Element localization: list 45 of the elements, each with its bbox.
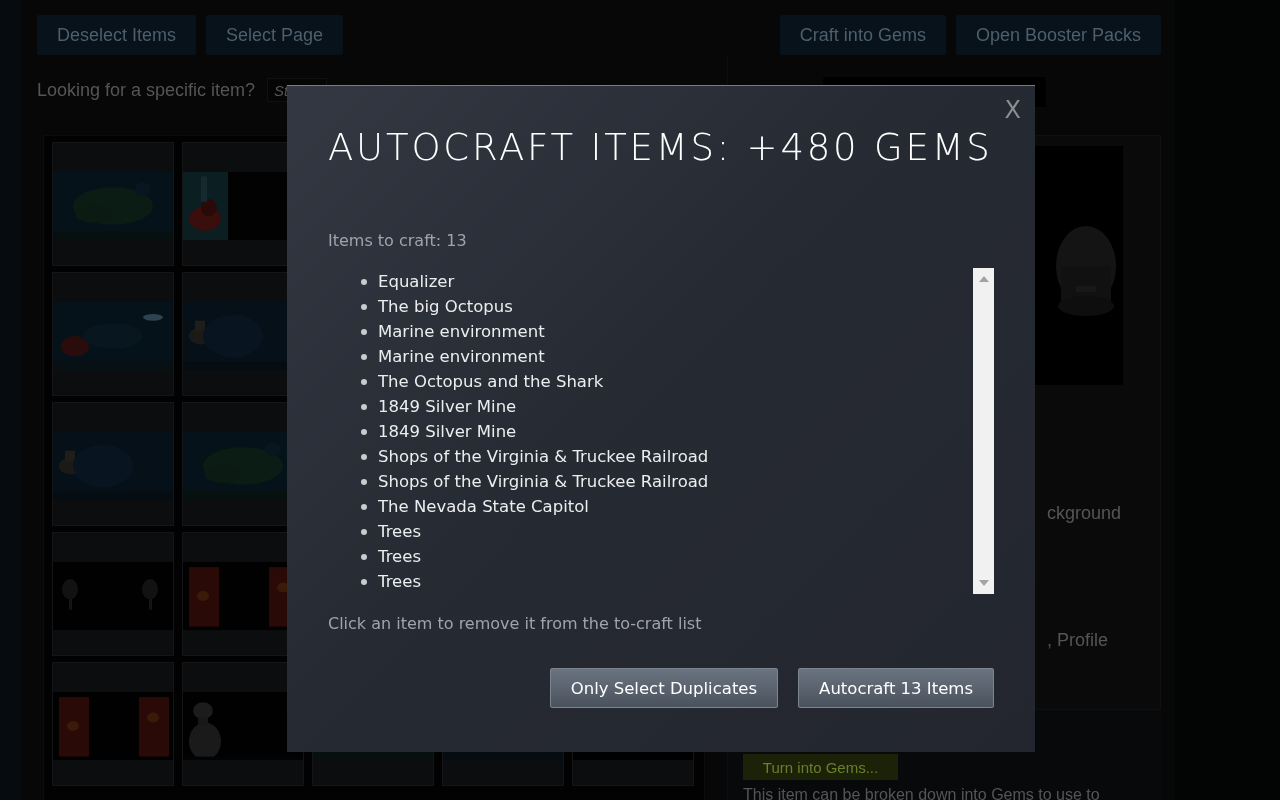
craft-list-item[interactable]: 1849 Silver Mine bbox=[361, 419, 709, 444]
bullet-icon bbox=[361, 553, 367, 560]
items-count: Items to craft: 13 bbox=[328, 231, 468, 250]
item-tile[interactable] bbox=[52, 402, 174, 526]
description-text: This item can be broken down into Gems to use to bbox=[743, 786, 1101, 800]
dialog-button[interactable]: Autocraft 13 Items bbox=[798, 668, 994, 708]
bullet-icon bbox=[361, 303, 367, 310]
item-tile[interactable] bbox=[52, 142, 174, 266]
bullet-icon bbox=[361, 478, 367, 485]
item-tile[interactable] bbox=[182, 662, 304, 786]
close-button[interactable]: X bbox=[1002, 96, 1023, 124]
item-tile[interactable] bbox=[52, 662, 174, 786]
turn-into-gems-button[interactable]: Turn into Gems... bbox=[743, 754, 898, 780]
dialog-button[interactable]: Only Select Duplicates bbox=[549, 668, 779, 708]
bullet-icon bbox=[361, 453, 367, 460]
craft-list-item[interactable]: Trees bbox=[361, 519, 709, 544]
craft-list-item[interactable]: The big Octopus bbox=[361, 294, 709, 319]
scrollbar[interactable] bbox=[973, 268, 994, 594]
craft-list-item[interactable]: The Nevada State Capitol bbox=[361, 494, 709, 519]
bullet-icon bbox=[361, 578, 367, 585]
bullet-icon bbox=[361, 378, 367, 385]
dialog-title: AUTOCRAFT ITEMS: +480 GEMS bbox=[328, 126, 994, 169]
bullet-icon bbox=[361, 503, 367, 510]
craft-list-item[interactable]: Shops of the Virginia & Truckee Railroad bbox=[361, 469, 709, 494]
craft-list-item[interactable]: 1849 Silver Mine bbox=[361, 394, 709, 419]
item-tile[interactable] bbox=[52, 272, 174, 396]
detail-text: , Profile bbox=[1046, 630, 1109, 651]
craft-list-item[interactable]: Equalizer bbox=[361, 269, 709, 294]
craft-list-item[interactable]: Trees bbox=[361, 544, 709, 569]
bullet-icon bbox=[361, 403, 367, 410]
search-label: Looking for a specific item? bbox=[37, 79, 256, 101]
craft-list-item[interactable]: The Octopus and the Shark bbox=[361, 369, 709, 394]
craft-list-item[interactable]: Shops of the Virginia & Truckee Railroad bbox=[361, 444, 709, 469]
bullet-icon bbox=[361, 528, 367, 535]
detail-text: ckground bbox=[1046, 503, 1122, 524]
bullet-icon bbox=[361, 278, 367, 285]
bullet-icon bbox=[361, 328, 367, 335]
craft-list-item[interactable]: Trees bbox=[361, 569, 709, 594]
bullet-icon bbox=[361, 428, 367, 435]
craft-list-item[interactable]: Marine environment bbox=[361, 344, 709, 369]
hint-text: Click an item to remove it from the to-craft list bbox=[328, 614, 703, 633]
scroll-down-icon[interactable] bbox=[978, 580, 989, 586]
craft-list-item[interactable]: Marine environment bbox=[361, 319, 709, 344]
scroll-up-icon[interactable] bbox=[978, 276, 989, 282]
bullet-icon bbox=[361, 353, 367, 360]
